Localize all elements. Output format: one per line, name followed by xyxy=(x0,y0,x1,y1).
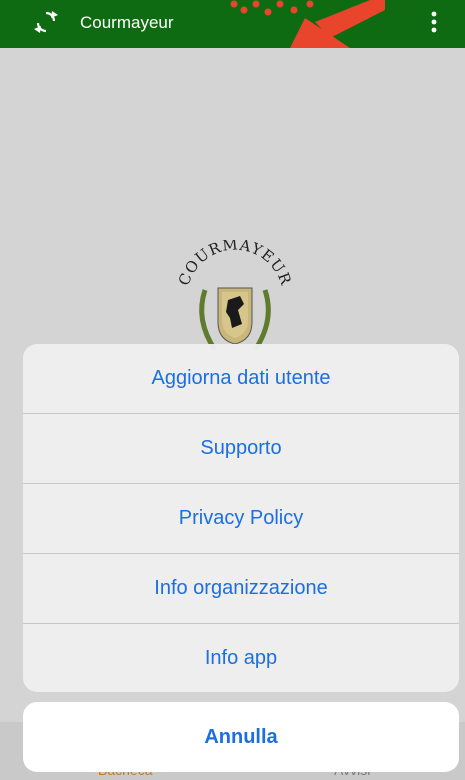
action-privacy-policy[interactable]: Privacy Policy xyxy=(23,483,459,553)
cancel-button[interactable]: Annulla xyxy=(23,702,459,772)
svg-text:COURMAYEUR: COURMAYEUR xyxy=(175,240,295,288)
refresh-icon[interactable] xyxy=(34,9,58,35)
action-sheet: Aggiorna dati utente Supporto Privacy Po… xyxy=(23,344,459,692)
action-organization-info[interactable]: Info organizzazione xyxy=(23,553,459,623)
action-update-user-data[interactable]: Aggiorna dati utente xyxy=(23,344,459,413)
action-support[interactable]: Supporto xyxy=(23,413,459,483)
emblem-text: COURMAYEUR xyxy=(175,235,294,288)
annotation-arrow xyxy=(230,0,385,48)
action-app-info[interactable]: Info app xyxy=(23,623,459,692)
app-title: Courmayeur xyxy=(80,13,174,32)
app-header: Courmayeur xyxy=(0,0,465,48)
more-vertical-icon[interactable] xyxy=(424,8,444,36)
